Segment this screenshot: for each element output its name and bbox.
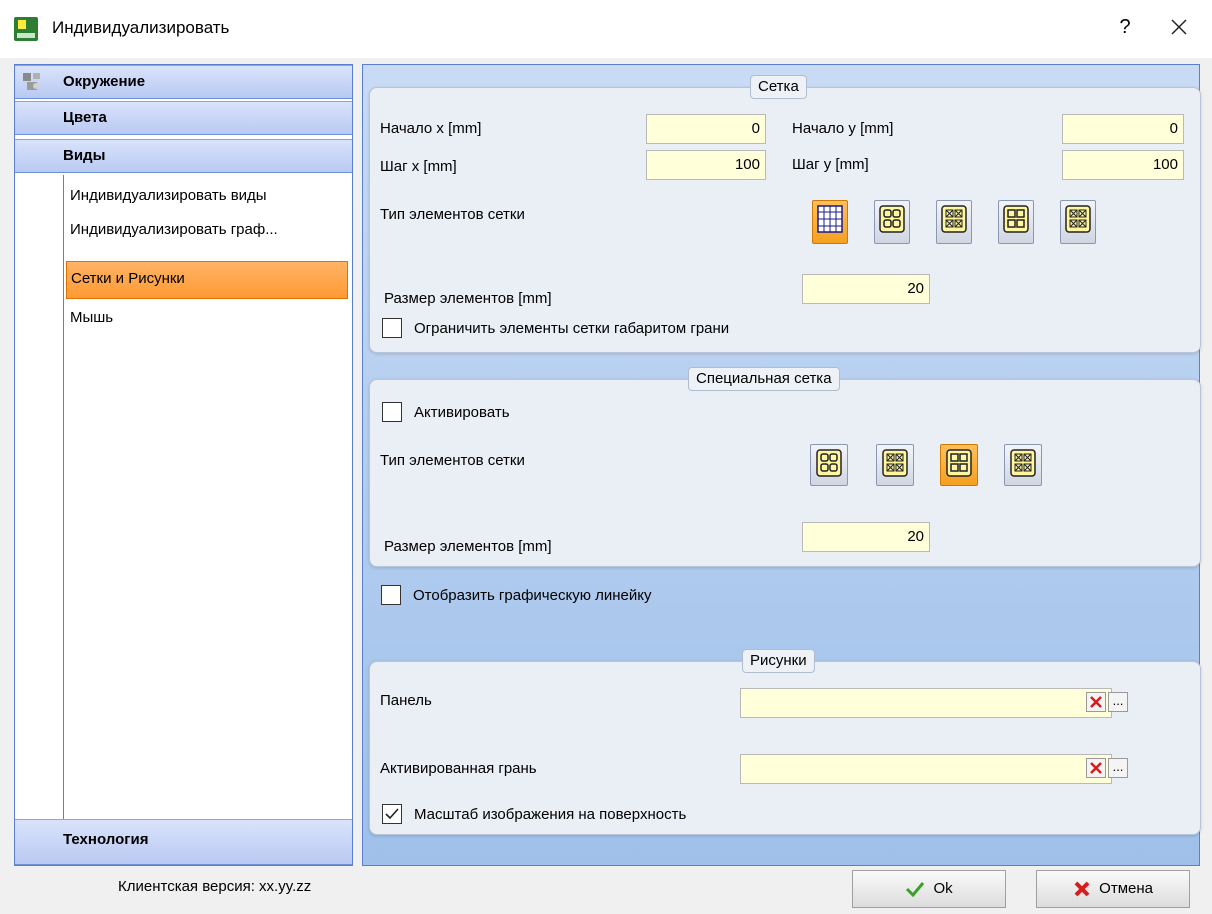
nav-subitems: Индивидуализировать виды Индивидуализиро… [63, 175, 352, 819]
start-y-label: Начало y [mm] [792, 120, 894, 137]
step-y-label: Шаг y [mm] [792, 156, 869, 173]
nav-section-label: Технология [63, 831, 149, 848]
ok-label: Ok [933, 880, 953, 897]
crossed-squares-icon [1010, 449, 1036, 477]
face-clear-button[interactable] [1086, 758, 1106, 778]
nav-section-colors[interactable]: Цвета [15, 101, 352, 135]
special-type-circles-button[interactable] [810, 444, 848, 486]
panel-browse-button[interactable]: ... [1108, 692, 1128, 712]
x-icon [1074, 881, 1090, 897]
settings-panel: Сетка Начало x [mm] 0 Начало y [mm] 0 Ша… [362, 64, 1201, 866]
circles-icon [879, 205, 905, 233]
scale-label: Масштаб изображения на поверхность [414, 806, 687, 823]
version-text: Клиентская версия: xx.yy.zz [118, 878, 312, 895]
activate-label: Активировать [414, 404, 510, 421]
squares-icon [946, 449, 972, 477]
nav-section-label: Окружение [63, 73, 146, 90]
special-element-size-label: Размер элементов [mm] [384, 538, 552, 555]
app-icon [14, 17, 38, 41]
nav-section-label: Виды [63, 147, 106, 164]
x-icon [1090, 762, 1102, 774]
grid-type-lines-button[interactable] [812, 200, 848, 244]
checkmark-icon [385, 808, 399, 820]
nav-item-mouse[interactable]: Мышь [70, 303, 350, 337]
nav-item-custom-graphics[interactable]: Индивидуализировать граф... [70, 215, 350, 249]
activate-checkbox[interactable] [382, 402, 402, 422]
close-button[interactable] [1162, 10, 1196, 44]
step-x-label: Шаг x [mm] [380, 158, 457, 175]
nav-panel: Окружение Цвета Виды Индивидуализировать… [14, 64, 353, 866]
special-type-squares-button[interactable] [940, 444, 978, 486]
title-bar: Индивидуализировать ? [0, 0, 1212, 58]
special-type-crossed-squares-button[interactable] [1004, 444, 1042, 486]
element-type-label: Тип элементов сетки [380, 206, 525, 223]
nav-section-technology[interactable]: Технология [15, 819, 352, 865]
checkmark-icon [906, 882, 925, 898]
crosses-icon [941, 205, 967, 233]
x-icon [1090, 696, 1102, 708]
grid-type-crossed-squares-button[interactable] [1060, 200, 1096, 244]
special-type-crosses-button[interactable] [876, 444, 914, 486]
start-x-field[interactable]: 0 [646, 114, 766, 144]
ruler-checkbox[interactable] [381, 585, 401, 605]
window-title: Индивидуализировать [52, 18, 230, 37]
nav-item-grids-pictures[interactable]: Сетки и Рисунки [66, 261, 348, 299]
scale-checkbox[interactable] [382, 804, 402, 824]
crossed-squares-icon [1065, 205, 1091, 233]
help-button[interactable]: ? [1110, 12, 1140, 42]
special-element-type-label: Тип элементов сетки [380, 452, 525, 469]
close-icon [1171, 19, 1187, 35]
step-y-field[interactable]: 100 [1062, 150, 1184, 180]
grid-type-squares-button[interactable] [998, 200, 1034, 244]
squares-icon [1003, 205, 1029, 233]
limit-checkbox[interactable] [382, 318, 402, 338]
element-size-field[interactable]: 20 [802, 274, 930, 304]
cancel-label: Отмена [1099, 880, 1153, 897]
start-y-field[interactable]: 0 [1062, 114, 1184, 144]
pictures-group: Рисунки Панель ... Активированная грань … [369, 649, 1201, 835]
limit-label: Ограничить элементы сетки габаритом гран… [414, 320, 730, 337]
face-label: Активированная грань [380, 760, 537, 777]
panel-label: Панель [380, 692, 432, 709]
face-field[interactable] [740, 754, 1112, 784]
crosses-icon [882, 449, 908, 477]
grid-group: Сетка Начало x [mm] 0 Начало y [mm] 0 Ша… [369, 75, 1201, 353]
start-x-label: Начало x [mm] [380, 120, 482, 137]
grid-lines-icon [817, 205, 843, 233]
grid-group-title: Сетка [750, 75, 807, 99]
grid-type-crosses-button[interactable] [936, 200, 972, 244]
nav-section-views[interactable]: Виды [15, 139, 352, 173]
grid-type-circles-button[interactable] [874, 200, 910, 244]
nav-item-custom-views[interactable]: Индивидуализировать виды [70, 181, 350, 215]
face-browse-button[interactable]: ... [1108, 758, 1128, 778]
circles-icon [816, 449, 842, 477]
ruler-label: Отобразить графическую линейку [413, 587, 652, 604]
panel-clear-button[interactable] [1086, 692, 1106, 712]
nav-section-label: Цвета [63, 109, 107, 126]
step-x-field[interactable]: 100 [646, 150, 766, 180]
special-element-size-field[interactable]: 20 [802, 522, 930, 552]
pictures-title: Рисунки [742, 649, 815, 673]
special-grid-group: Специальная сетка Активировать Тип элеме… [369, 367, 1201, 567]
panel-field[interactable] [740, 688, 1112, 718]
element-size-label: Размер элементов [mm] [384, 290, 552, 307]
environment-icon [23, 73, 40, 90]
nav-section-environment[interactable]: Окружение [15, 65, 352, 99]
ok-button[interactable]: Ok [852, 870, 1006, 908]
special-grid-title: Специальная сетка [688, 367, 840, 391]
cancel-button[interactable]: Отмена [1036, 870, 1190, 908]
